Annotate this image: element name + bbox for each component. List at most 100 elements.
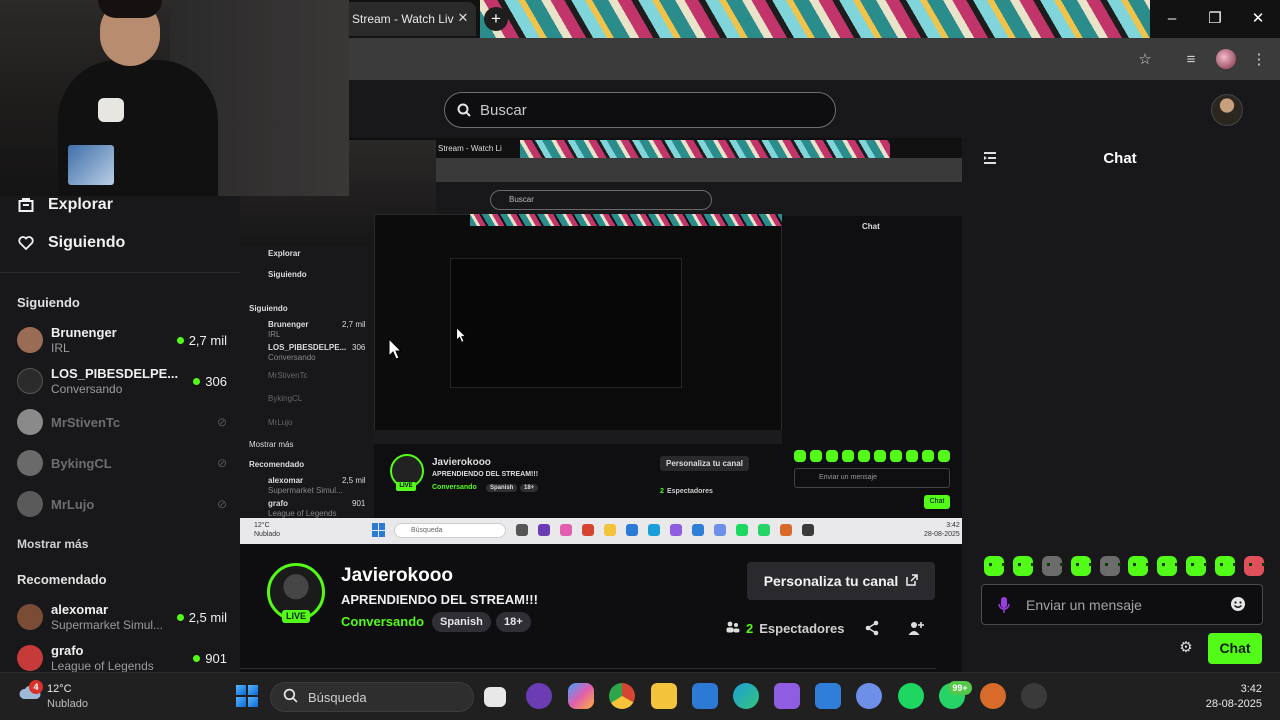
capture-chat-button: Chat	[924, 495, 950, 509]
chat-send-button[interactable]: Chat	[1208, 633, 1262, 664]
new-tab-button[interactable]: +	[484, 7, 508, 31]
edge-icon[interactable]	[733, 683, 759, 709]
emote-icon[interactable]	[1128, 556, 1150, 576]
channel-category: Supermarket Simul...	[51, 618, 164, 632]
capture-chat-title: Chat	[862, 222, 880, 231]
channel-category: IRL	[51, 341, 70, 355]
task-view-icon[interactable]	[484, 687, 506, 707]
channel-name: BykingCL	[51, 455, 112, 471]
tag-age[interactable]: 18+	[496, 612, 531, 632]
file-explorer-icon[interactable]	[651, 683, 677, 709]
following-channel[interactable]: BykingCL ⊘	[17, 445, 227, 481]
emote-icon[interactable]	[1070, 556, 1092, 576]
minimize-icon[interactable]: –	[1152, 6, 1192, 32]
profile-icon[interactable]	[1216, 49, 1236, 69]
channel-category: League of Legends	[51, 659, 154, 673]
close-icon[interactable]: ✕	[1238, 6, 1278, 32]
search-input[interactable]: Buscar	[444, 92, 836, 128]
emote-icon[interactable]	[1099, 556, 1121, 576]
following-channel[interactable]: MrStivenTc ⊘	[17, 404, 227, 440]
following-channel[interactable]: Brunenger IRL 2,7 mil	[17, 322, 227, 358]
capture-streamer-name: Javierokooo	[432, 457, 491, 468]
stream-banner-art	[480, 0, 1150, 38]
capture-channel: LOS_PIBESDELPE...	[268, 343, 347, 352]
avatar	[17, 491, 43, 517]
following-channel[interactable]: LOS_PIBESDELPE... Conversando 306	[17, 363, 227, 399]
outlook-icon[interactable]	[692, 683, 718, 709]
microphone-icon[interactable]	[998, 596, 1010, 614]
search-icon	[283, 688, 298, 706]
channel-name: grafo	[51, 643, 84, 658]
firefox-like-icon[interactable]	[980, 683, 1006, 709]
divider	[0, 272, 240, 273]
capture-live-badge: LIVE	[396, 482, 416, 491]
avatar	[17, 645, 43, 671]
search-placeholder: Buscar	[480, 101, 527, 119]
capture-channel-sub: IRL	[268, 330, 281, 339]
emote-icon[interactable]	[1157, 556, 1179, 576]
avatar	[17, 450, 43, 476]
capture-taskbar-icons	[516, 524, 836, 538]
streamer-name[interactable]: Javierokooo	[341, 565, 453, 587]
emote-icon[interactable]	[1215, 556, 1236, 576]
add-friend-icon[interactable]	[908, 620, 924, 636]
chat-input[interactable]: Enviar un mensaje	[981, 584, 1263, 625]
sidebar-item-siguiendo[interactable]: Siguiendo	[18, 229, 228, 257]
tab-title: Stream - Watch Liv	[352, 12, 454, 26]
tag-language[interactable]: Spanish	[432, 612, 491, 632]
emote-icon[interactable]	[1186, 556, 1208, 576]
external-link-icon	[906, 573, 919, 589]
emote-icon[interactable]	[984, 556, 1005, 576]
clock-time[interactable]: 3:42	[1190, 683, 1262, 695]
emoji-icon[interactable]	[1230, 596, 1246, 612]
app-icon[interactable]	[856, 683, 882, 709]
restore-icon[interactable]: ❐	[1195, 6, 1235, 32]
cursor-icon	[456, 327, 466, 343]
channel-category: Conversando	[51, 382, 123, 396]
recommended-channel[interactable]: grafo League of Legends 901	[17, 640, 227, 676]
emote-icon[interactable]	[1012, 556, 1034, 576]
following-channel[interactable]: MrLujo ⊘	[17, 486, 227, 522]
capture-viewers-label: Espectadores	[667, 488, 713, 495]
recommended-channel[interactable]: alexomar Supermarket Simul... 2,5 mil	[17, 599, 227, 635]
capture-recommended-title: Recomendado	[249, 460, 305, 469]
stream-category[interactable]: Conversando	[341, 614, 424, 629]
media-icon[interactable]: ≡	[1180, 49, 1202, 71]
taskbar-search[interactable]: Búsqueda	[270, 682, 474, 712]
avatar	[17, 368, 43, 394]
viewer-count: 901	[193, 651, 227, 666]
star-icon[interactable]: ☆	[1134, 49, 1156, 71]
following-section-title: Siguiendo	[17, 295, 80, 310]
store-like-icon[interactable]	[774, 683, 800, 709]
capture-channel: alexomar	[268, 476, 304, 485]
show-more-link[interactable]: Mostrar más	[17, 537, 88, 551]
microsoft-store-icon[interactable]	[815, 683, 841, 709]
tab-close-icon[interactable]: ✕	[454, 9, 472, 27]
menu-icon[interactable]: ⋮	[1248, 49, 1270, 71]
offline-icon: ⊘	[216, 456, 227, 470]
cursor-icon	[388, 338, 402, 360]
capture-tag: 18+	[520, 484, 539, 492]
channel-name: LOS_PIBESDELPE...	[51, 366, 179, 381]
media-player-icon[interactable]	[526, 683, 552, 709]
weather-condition[interactable]: Nublado	[47, 698, 88, 710]
windows-start-icon[interactable]	[236, 685, 258, 707]
customize-channel-button[interactable]: Personaliza tu canal	[747, 562, 935, 600]
emote-icon[interactable]	[1243, 556, 1265, 576]
live-badge: LIVE	[282, 610, 310, 623]
spotify-icon[interactable]	[898, 683, 924, 709]
avatar[interactable]	[1211, 94, 1243, 126]
chrome-icon[interactable]	[609, 683, 635, 709]
share-icon[interactable]	[864, 620, 880, 636]
collapse-chat-icon[interactable]	[982, 150, 998, 166]
obs-like-icon[interactable]	[1021, 683, 1047, 709]
capture-channel: BykingCL	[268, 394, 303, 403]
explore-icon	[18, 197, 34, 213]
weather-temperature[interactable]: 12°C	[47, 683, 72, 695]
capture-viewers: 2,7 mil	[342, 320, 366, 329]
viewer-count: 2,5 mil	[176, 610, 227, 625]
copilot-icon[interactable]	[568, 683, 594, 709]
clock-date[interactable]: 28-08-2025	[1190, 698, 1262, 710]
gear-icon[interactable]: ⚙	[1178, 640, 1194, 656]
emote-icon[interactable]	[1041, 556, 1063, 576]
